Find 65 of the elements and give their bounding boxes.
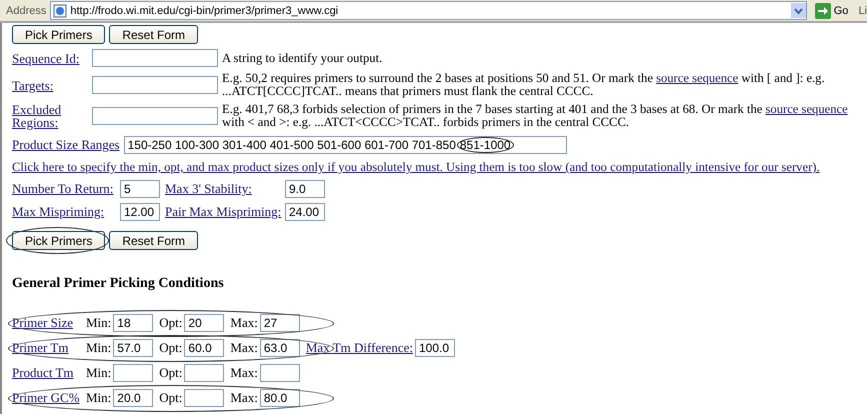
- field-label-link[interactable]: Sequence Id:: [12, 52, 92, 64]
- field-label: Min:: [86, 340, 112, 356]
- circled-value: 851-1000: [456, 137, 514, 153]
- dropdown-button[interactable]: [790, 3, 806, 18]
- input-field[interactable]: 20.0: [113, 388, 154, 406]
- field-description: E.g. 401,7 68,3 forbids selection of primers in the 7 bases starting at 401 and the 3 bases at 68. Or mark the source sequence with < and >: e.g. ...ATCT<CCCC>TCAT.. forbids primers in the central CCCC.: [222, 103, 849, 129]
- pick-primers-button[interactable]: Pick Primers: [12, 231, 106, 250]
- input-field[interactable]: 18: [113, 314, 154, 332]
- product-size-link[interactable]: Click here to specify the min, opt, and max product sizes only if you absolutely must. Using them is too slow (and too computationally intensive for our server).: [12, 160, 867, 175]
- condition-label-link[interactable]: Primer Tm: [12, 340, 84, 356]
- input-field[interactable]: [113, 364, 154, 382]
- field-label: Opt:: [159, 390, 182, 406]
- page-icon: [53, 4, 68, 18]
- condition-label-link[interactable]: Product Tm: [12, 364, 84, 380]
- input-field[interactable]: 20: [184, 314, 224, 332]
- input-field[interactable]: [184, 364, 224, 382]
- field-label: Opt:: [159, 340, 182, 356]
- input-field[interactable]: 5: [120, 180, 160, 198]
- field-description: A string to identify your output.: [222, 52, 384, 64]
- param-label-link[interactable]: Max 3' Stability:: [165, 181, 285, 197]
- input-field[interactable]: [92, 107, 218, 125]
- param-label-link[interactable]: Number To Return:: [12, 181, 120, 197]
- go-button[interactable]: Go: [810, 2, 854, 18]
- field-label: Opt:: [159, 314, 182, 330]
- input-field[interactable]: 24.00: [285, 203, 325, 221]
- input-field[interactable]: [92, 49, 218, 67]
- address-field[interactable]: http://frodo.wi.mit.edu/cgi-bin/primer3/primer3_www.cgi: [50, 1, 807, 20]
- input-field[interactable]: 100.0: [414, 338, 455, 356]
- reset-form-button[interactable]: Reset Form: [109, 25, 198, 44]
- chevron-icon: [794, 8, 803, 14]
- reset-form-button[interactable]: Reset Form: [109, 231, 198, 250]
- field-label: Max:: [230, 340, 258, 356]
- input-field[interactable]: 150-250 100-300 301-400 401-500 501-600 601-700 701-850 851-1000: [124, 136, 567, 154]
- input-field[interactable]: [260, 364, 300, 382]
- param-label-link[interactable]: Max Mispriming:: [12, 204, 120, 220]
- section-heading: General Primer Picking Conditions: [12, 276, 225, 292]
- links-label[interactable]: Li: [858, 4, 867, 16]
- field-label: Min:: [86, 364, 112, 380]
- field-label: Opt:: [159, 364, 182, 380]
- field-label: Max:: [230, 390, 258, 406]
- address-label: Address: [6, 4, 46, 16]
- source-sequence-link[interactable]: source sequence: [766, 102, 848, 116]
- input-field[interactable]: 27: [260, 314, 300, 332]
- input-field[interactable]: 9.0: [285, 180, 325, 198]
- param-label-link[interactable]: Pair Max Mispriming:: [165, 204, 285, 220]
- input-field[interactable]: 63.0: [260, 338, 300, 356]
- input-field[interactable]: 57.0: [113, 338, 154, 356]
- input-field[interactable]: [92, 76, 218, 94]
- field-label-link[interactable]: Excluded Regions:: [12, 103, 92, 129]
- field-label: Max:: [230, 364, 258, 380]
- field-label-link[interactable]: Targets:: [12, 78, 92, 92]
- field-label: Min:: [86, 390, 112, 406]
- condition-label-link[interactable]: Primer GC%: [12, 390, 84, 406]
- input-field[interactable]: [184, 388, 224, 406]
- field-label: Min:: [86, 314, 112, 330]
- param-label-link[interactable]: Max Tm Difference:: [306, 340, 413, 356]
- input-field[interactable]: 60.0: [184, 338, 224, 356]
- field-description: E.g. 50,2 requires primers to surround the 2 bases at positions 50 and 51. Or mark the source sequence with [ and ]: e.g. ...ATCT[CCCC]TCAT.. means that primers must flank the central CCCC.: [222, 72, 826, 98]
- input-field[interactable]: 12.00: [120, 203, 160, 221]
- input-field[interactable]: 80.0: [260, 388, 300, 406]
- pick-primers-button[interactable]: Pick Primers: [12, 25, 106, 44]
- field-label-link[interactable]: Product Size Ranges: [12, 137, 120, 153]
- source-sequence-link[interactable]: source sequence: [656, 71, 738, 85]
- condition-label-link[interactable]: Primer Size: [12, 314, 84, 330]
- field-label: Max:: [230, 314, 258, 330]
